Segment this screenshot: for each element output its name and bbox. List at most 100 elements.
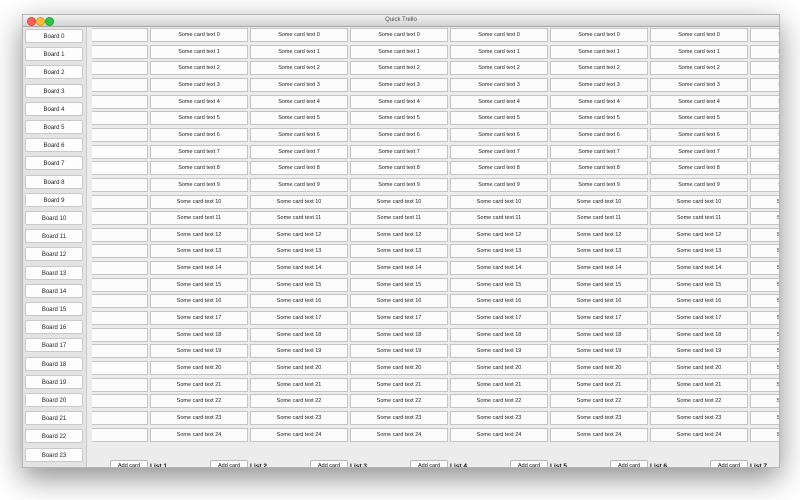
board-button[interactable]: Board 0 — [25, 29, 83, 43]
card[interactable]: Some card text 11 — [550, 211, 648, 226]
card[interactable]: 5 — [92, 111, 148, 126]
card[interactable]: 6 — [92, 127, 148, 142]
card[interactable]: Some card text 20 — [350, 361, 448, 375]
card[interactable]: Some card text 16 — [150, 294, 248, 309]
card[interactable]: Some card text 21 — [650, 377, 748, 392]
card[interactable]: Some card text 18 — [450, 327, 548, 342]
card[interactable]: Some card text 7 — [150, 144, 248, 159]
card[interactable]: 10 — [92, 194, 148, 209]
card[interactable]: Some card text 13 — [350, 244, 448, 259]
card[interactable]: Some card text 13 — [750, 244, 779, 259]
card[interactable]: 18 — [92, 327, 148, 342]
card[interactable]: Some card text 22 — [250, 394, 348, 409]
card[interactable]: Some card text 9 — [650, 177, 748, 192]
card[interactable]: Some card text 19 — [750, 344, 779, 359]
card[interactable]: Some card text 0 — [250, 28, 348, 42]
card[interactable]: Some card text 20 — [250, 361, 348, 375]
card[interactable]: Some card text 16 — [550, 294, 648, 309]
card[interactable]: Some card text 5 — [150, 111, 248, 126]
card[interactable]: Some card text 11 — [350, 211, 448, 226]
card[interactable]: Some card text 2 — [250, 61, 348, 76]
card[interactable]: Some card text 8 — [450, 161, 548, 176]
board-button[interactable]: Board 9 — [25, 192, 83, 207]
card[interactable]: Some card text 8 — [150, 161, 248, 176]
card[interactable]: Some card text 23 — [550, 410, 648, 425]
card[interactable]: Some card text 7 — [750, 144, 779, 159]
card[interactable]: Some card text 23 — [650, 410, 748, 425]
card[interactable]: 21 — [92, 377, 148, 392]
card[interactable]: Some card text 4 — [750, 94, 779, 109]
card[interactable]: Some card text 8 — [250, 161, 348, 176]
card[interactable]: 3 — [92, 77, 148, 92]
card[interactable]: Some card text 20 — [550, 361, 648, 375]
board-button[interactable]: Board 11 — [25, 229, 83, 244]
card[interactable]: Some card text 24 — [250, 427, 348, 442]
add-card-button[interactable]: Add card — [310, 460, 348, 467]
card[interactable]: Some card text 17 — [450, 311, 548, 326]
card[interactable]: Some card text 6 — [650, 127, 748, 142]
card[interactable]: Some card text 6 — [550, 127, 648, 142]
card[interactable]: Some card text 3 — [650, 77, 748, 92]
card[interactable]: Some card text 14 — [250, 261, 348, 276]
card[interactable]: Some card text 11 — [650, 211, 748, 226]
board-button[interactable]: Board 14 — [25, 283, 83, 298]
card[interactable]: Some card text 22 — [550, 394, 648, 409]
board-button[interactable]: Board 5 — [25, 120, 83, 134]
card[interactable]: Some card text 1 — [650, 44, 748, 59]
card[interactable]: Some card text 15 — [350, 277, 448, 292]
add-card-button[interactable]: Add card — [710, 460, 748, 467]
card[interactable]: Some card text 23 — [350, 410, 448, 425]
card[interactable]: Some card text 20 — [150, 361, 248, 375]
card[interactable]: Some card text 19 — [450, 344, 548, 359]
card[interactable]: 22 — [92, 394, 148, 409]
card[interactable]: 15 — [92, 277, 148, 292]
card[interactable]: Some card text 4 — [250, 94, 348, 109]
card[interactable]: Some card text 8 — [550, 161, 648, 176]
card[interactable]: 12 — [92, 227, 148, 242]
card[interactable]: Some card text 3 — [350, 77, 448, 92]
board-button[interactable]: Board 19 — [25, 374, 83, 389]
board-button[interactable]: Board 12 — [25, 247, 83, 262]
card[interactable]: Some card text 18 — [150, 327, 248, 342]
card[interactable]: Some card text 8 — [750, 161, 779, 176]
card[interactable]: Some card text 5 — [350, 111, 448, 126]
card[interactable]: Some card text 7 — [350, 144, 448, 159]
card[interactable]: Some card text 11 — [250, 211, 348, 226]
card[interactable]: Some card text 15 — [150, 277, 248, 292]
card[interactable]: 1 — [92, 44, 148, 59]
card[interactable]: Some card text 10 — [350, 194, 448, 209]
card[interactable]: Some card text 13 — [550, 244, 648, 259]
card[interactable]: 23 — [92, 410, 148, 425]
card[interactable]: Some card text 24 — [450, 427, 548, 442]
card[interactable]: Some card text 21 — [450, 377, 548, 392]
card[interactable]: 11 — [92, 211, 148, 226]
card[interactable]: Some card text 1 — [150, 44, 248, 59]
card[interactable]: Some card text 2 — [650, 61, 748, 76]
card[interactable]: 13 — [92, 244, 148, 259]
card[interactable]: Some card text 11 — [150, 211, 248, 226]
card[interactable]: Some card text 13 — [650, 244, 748, 259]
card[interactable]: Some card text 22 — [150, 394, 248, 409]
card[interactable]: Some card text 14 — [450, 261, 548, 276]
card[interactable]: Some card text 23 — [250, 410, 348, 425]
card[interactable]: Some card text 7 — [450, 144, 548, 159]
board-button[interactable]: Board 10 — [25, 211, 83, 225]
card[interactable]: Some card text 11 — [450, 211, 548, 226]
card[interactable]: Some card text 5 — [550, 111, 648, 126]
card[interactable]: Some card text 17 — [350, 311, 448, 326]
card[interactable]: Some card text 19 — [150, 344, 248, 359]
board-button[interactable]: Board 23 — [25, 447, 83, 462]
card[interactable]: Some card text 13 — [450, 244, 548, 259]
card[interactable]: Some card text 19 — [550, 344, 648, 359]
card[interactable]: Some card text 18 — [550, 327, 648, 342]
card[interactable]: Some card text 2 — [450, 61, 548, 76]
card[interactable]: Some card text 3 — [150, 77, 248, 92]
card[interactable]: Some card text 12 — [550, 227, 648, 242]
card[interactable]: Some card text 18 — [650, 327, 748, 342]
card[interactable]: Some card text 0 — [150, 28, 248, 42]
card[interactable]: 2 — [92, 61, 148, 76]
add-card-button[interactable]: Add card — [110, 460, 148, 467]
card[interactable]: Some card text 12 — [450, 227, 548, 242]
card[interactable]: Some card text 6 — [450, 127, 548, 142]
card[interactable]: Some card text 12 — [650, 227, 748, 242]
